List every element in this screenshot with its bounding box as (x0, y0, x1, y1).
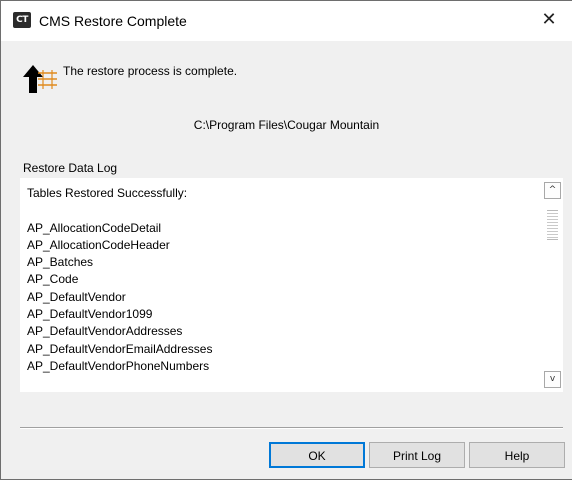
close-icon: ✕ (541, 9, 557, 30)
log-line: AP_DefaultVendor (27, 289, 126, 304)
log-line: AP_Batches (27, 255, 94, 270)
log-scrollbar[interactable]: ^ v (544, 182, 561, 388)
log-line (27, 202, 212, 219)
scroll-down-button[interactable]: v (544, 371, 561, 388)
install-path: C:\Program Files\Cougar Mountain (193, 118, 380, 132)
log-line: AP_DefaultVendorPhoneNumbers (27, 358, 210, 373)
chevron-down-icon: v (549, 374, 556, 384)
status-message: The restore process is complete. (63, 64, 238, 78)
log-lines: Tables Restored Successfully: AP_Allocat… (27, 185, 212, 375)
print-log-button[interactable]: Print Log (369, 442, 465, 468)
scroll-track[interactable] (547, 200, 558, 370)
app-logo-icon: CT (13, 12, 31, 28)
chevron-up-icon: ^ (548, 185, 557, 195)
ok-button[interactable]: OK (269, 442, 365, 468)
dialog-title: CMS Restore Complete (39, 13, 187, 29)
log-line: Tables Restored Successfully: (27, 186, 188, 200)
button-divider-highlight (20, 428, 563, 429)
log-label: Restore Data Log (23, 161, 118, 175)
restore-arrow-icon (23, 65, 57, 93)
restore-log-textbox[interactable]: Tables Restored Successfully: AP_Allocat… (20, 178, 563, 392)
restore-complete-dialog: CT CMS Restore Complete ✕ The restore pr… (0, 0, 572, 480)
scroll-thumb[interactable] (547, 210, 558, 240)
log-line: AP_DefaultVendor1099 (27, 307, 153, 322)
log-line: AP_DefaultVendorEmailAddresses (27, 341, 213, 356)
log-line: AP_AllocationCodeDetail (27, 220, 162, 235)
log-line: AP_DefaultVendorAddresses (27, 324, 183, 339)
scroll-up-button[interactable]: ^ (544, 182, 561, 199)
title-bar: CT CMS Restore Complete ✕ (1, 1, 572, 41)
log-line: AP_AllocationCodeHeader (27, 237, 170, 252)
close-button[interactable]: ✕ (526, 1, 572, 41)
log-line: AP_Code (27, 272, 79, 287)
help-button[interactable]: Help (469, 442, 565, 468)
